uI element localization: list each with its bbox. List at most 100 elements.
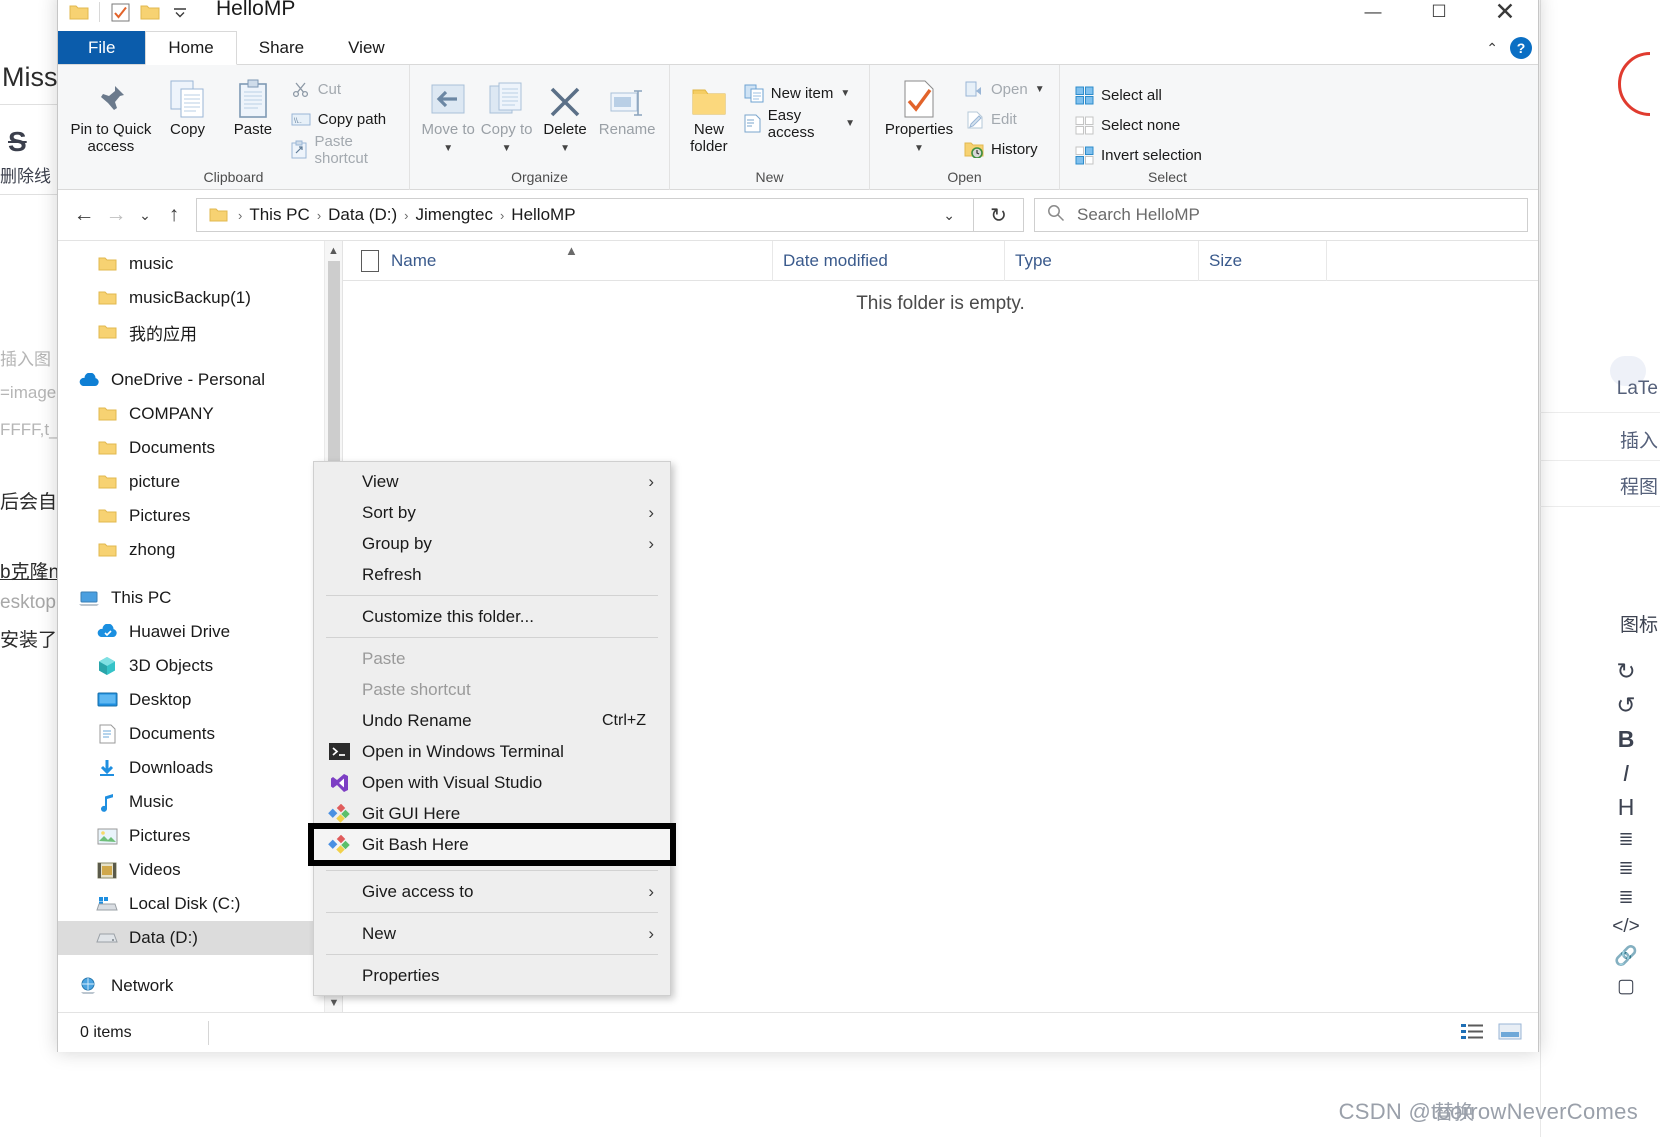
minimize-button[interactable]: — [1340, 0, 1406, 31]
sidebar-item-local-disk-c[interactable]: Local Disk (C:) [58, 887, 342, 921]
sidebar-item-my-apps[interactable]: 我的应用 [58, 315, 342, 349]
context-menu-item-view[interactable]: View › [314, 466, 670, 497]
context-menu-item-open-in-windows-terminal[interactable]: Open in Windows Terminal [314, 736, 670, 767]
breadcrumb-data-d[interactable]: Data (D:) [321, 205, 404, 225]
sidebar-item-this-pc[interactable]: This PC [58, 581, 342, 615]
details-view-icon[interactable] [1456, 1017, 1488, 1047]
select-all-button[interactable]: Select all [1070, 83, 1206, 108]
breadcrumb-this-pc[interactable]: This PC [242, 205, 316, 225]
search-input[interactable]: Search HelloMP [1034, 198, 1528, 232]
context-menu-item-properties[interactable]: Properties [314, 960, 670, 991]
chevron-down-icon[interactable]: ⌄ [931, 207, 967, 224]
checkbox-icon[interactable] [105, 0, 135, 27]
move-to-button[interactable]: Move to ▼ [420, 71, 476, 155]
rename-button[interactable]: Rename [595, 71, 659, 139]
sidebar-item-onedrive[interactable]: OneDrive - Personal [58, 363, 342, 397]
sidebar-item-company[interactable]: COMPANY [58, 397, 342, 431]
pin-to-quick-access-button[interactable]: Pin to Quick access [68, 71, 154, 155]
copy-button[interactable]: Copy [156, 71, 219, 139]
context-menu-item-open-with-visual-studio[interactable]: Open with Visual Studio [314, 767, 670, 798]
context-menu-item-refresh[interactable]: Refresh [314, 559, 670, 590]
tab-share[interactable]: Share [237, 31, 326, 64]
breadcrumb-hellomp[interactable]: HelloMP [504, 205, 582, 225]
task-list-icon[interactable]: ≣ [1618, 888, 1633, 906]
copy-to-button[interactable]: Copy to ▼ [478, 71, 534, 155]
paste-shortcut-button[interactable]: Paste shortcut [287, 133, 399, 167]
invert-selection-button[interactable]: Invert selection [1070, 143, 1206, 168]
tab-home[interactable]: Home [145, 31, 237, 65]
redo-icon[interactable]: ↺ [1616, 694, 1635, 717]
easy-access-button[interactable]: Easy access ▼ [740, 107, 859, 141]
new-item-button[interactable]: New item ▼ [740, 81, 859, 106]
forward-button[interactable]: → [100, 199, 132, 231]
ordered-list-icon[interactable]: ≣ [1618, 830, 1633, 848]
sidebar-item-huawei-drive[interactable]: Huawei Drive [58, 615, 342, 649]
tab-view[interactable]: View [326, 31, 407, 64]
select-all-checkbox[interactable] [361, 249, 379, 272]
sidebar-item-pictures-pc[interactable]: Pictures [58, 819, 342, 853]
back-button[interactable]: ← [68, 199, 100, 231]
link-icon[interactable]: 🔗 [1614, 947, 1638, 966]
context-menu-item-undo-rename[interactable]: Undo Rename Ctrl+Z [314, 705, 670, 736]
context-menu-item-sort-by[interactable]: Sort by › [314, 497, 670, 528]
column-header-name[interactable]: Name [343, 240, 773, 281]
bold-icon[interactable]: B [1618, 728, 1635, 751]
context-menu-item-new[interactable]: New › [314, 918, 670, 949]
code-icon[interactable]: </> [1612, 917, 1639, 936]
column-header-type[interactable]: Type [1005, 240, 1199, 281]
scroll-up-arrow-icon[interactable]: ▲ [325, 241, 342, 261]
sidebar-item-music-pc[interactable]: Music [58, 785, 342, 819]
recent-locations-button[interactable]: ⌄ [132, 199, 158, 231]
column-header-size[interactable]: Size [1199, 240, 1327, 281]
refresh-button[interactable]: ↻ [974, 198, 1024, 232]
sidebar-item-documents-onedrive[interactable]: Documents [58, 431, 342, 465]
sidebar-item-documents[interactable]: Documents [58, 717, 342, 751]
ribbon-group-title-open: Open [947, 169, 982, 185]
folder-icon[interactable] [64, 0, 94, 27]
cut-button[interactable]: Cut [287, 77, 399, 102]
unordered-list-icon[interactable]: ≣ [1618, 859, 1633, 877]
context-menu-item-git-bash-here[interactable]: Git Bash Here [308, 823, 676, 866]
sidebar-item-music[interactable]: music [58, 247, 342, 281]
paste-button[interactable]: Paste [221, 71, 284, 139]
sidebar-item-pictures-onedrive[interactable]: Pictures [58, 499, 342, 533]
sidebar-item-videos[interactable]: Videos [58, 853, 342, 887]
maximize-button[interactable]: ☐ [1406, 0, 1472, 31]
sidebar-item-downloads[interactable]: Downloads [58, 751, 342, 785]
sidebar-item-network[interactable]: Network [58, 969, 342, 1003]
sidebar-item-label: picture [129, 472, 181, 491]
dropdown-icon[interactable] [165, 0, 195, 27]
help-icon[interactable]: ? [1510, 37, 1532, 59]
sidebar-item-zhong[interactable]: zhong [58, 533, 342, 567]
new-folder-button[interactable]: New folder [680, 71, 738, 155]
sidebar-item-desktop[interactable]: Desktop [58, 683, 342, 717]
edit-button[interactable]: Edit [960, 107, 1049, 132]
address-breadcrumb-bar[interactable]: › This PC › Data (D:) › Jimengtec › Hell… [196, 198, 974, 232]
context-menu-item-give-access-to[interactable]: Give access to › [314, 876, 670, 907]
folder-icon[interactable] [135, 0, 165, 27]
italic-icon[interactable]: I [1623, 762, 1629, 785]
context-menu-item-group-by[interactable]: Group by › [314, 528, 670, 559]
context-menu-item-git-gui-here[interactable]: Git GUI Here [314, 798, 670, 829]
copy-path-button[interactable]: \\.. Copy path [287, 107, 399, 132]
sidebar-item-3d-objects[interactable]: 3D Objects [58, 649, 342, 683]
breadcrumb-jimengtec[interactable]: Jimengtec [408, 205, 499, 225]
properties-button[interactable]: Properties ▼ [880, 71, 958, 155]
large-icons-view-icon[interactable] [1494, 1017, 1526, 1047]
heading-icon[interactable]: H [1618, 796, 1635, 819]
image-icon[interactable]: ▢ [1617, 977, 1635, 996]
chevron-up-icon[interactable]: ⌃ [1486, 40, 1498, 57]
up-button[interactable]: ↑ [158, 199, 190, 231]
delete-button[interactable]: Delete ▼ [537, 71, 593, 155]
open-button[interactable]: Open ▼ [960, 77, 1049, 102]
sidebar-item-picture[interactable]: picture [58, 465, 342, 499]
undo-icon[interactable]: ↻ [1616, 660, 1635, 683]
history-button[interactable]: History [960, 137, 1049, 162]
close-button[interactable]: ✕ [1472, 0, 1538, 31]
context-menu-item-customize-this-folder[interactable]: Customize this folder... [314, 601, 670, 632]
sidebar-item-data-d[interactable]: Data (D:) [58, 921, 342, 955]
sidebar-item-musicbackup[interactable]: musicBackup(1) [58, 281, 342, 315]
select-none-button[interactable]: Select none [1070, 113, 1206, 138]
tab-file[interactable]: File [58, 31, 146, 64]
column-header-date-modified[interactable]: Date modified [773, 240, 1005, 281]
